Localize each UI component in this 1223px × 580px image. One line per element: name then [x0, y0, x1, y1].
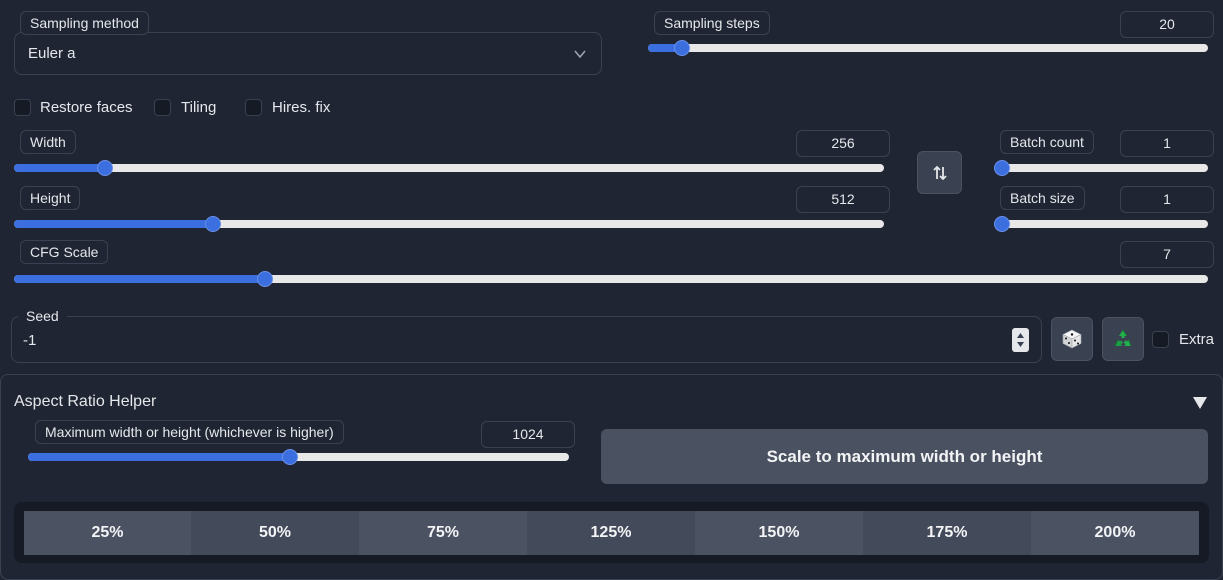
hires-fix-label: Hires. fix — [272, 99, 331, 116]
width-label: Width — [20, 130, 76, 154]
percent-175-button[interactable]: 175% — [863, 511, 1031, 555]
sampling-steps-label: Sampling steps — [654, 11, 770, 35]
collapse-triangle-icon[interactable] — [1192, 396, 1208, 410]
batch-size-input[interactable]: 1 — [1120, 186, 1214, 213]
slider-fill — [14, 220, 214, 228]
max-dimension-slider[interactable] — [28, 449, 569, 465]
batch-size-label: Batch size — [1000, 186, 1085, 210]
stepper-arrows-icon — [1017, 333, 1024, 347]
aspect-ratio-title: Aspect Ratio Helper — [14, 393, 157, 410]
percent-150-button[interactable]: 150% — [695, 511, 863, 555]
sampling-method-value: Euler a — [28, 45, 76, 62]
tiling-checkbox[interactable] — [154, 99, 171, 116]
cfg-scale-label: CFG Scale — [20, 240, 109, 264]
height-input[interactable]: 512 — [796, 186, 890, 213]
slider-thumb[interactable] — [97, 160, 114, 176]
sampling-steps-input[interactable]: 20 — [1120, 11, 1214, 38]
slider-thumb[interactable] — [994, 160, 1010, 176]
batch-count-label: Batch count — [1000, 130, 1094, 154]
batch-count-input[interactable]: 1 — [1120, 130, 1214, 157]
dice-icon — [1062, 329, 1082, 349]
seed-value: -1 — [23, 332, 37, 349]
reuse-seed-button[interactable] — [1102, 317, 1144, 361]
swap-dimensions-button[interactable] — [917, 151, 962, 194]
extra-label: Extra — [1179, 331, 1215, 348]
batch-count-slider[interactable] — [994, 160, 1208, 176]
cfg-scale-input[interactable]: 7 — [1120, 241, 1214, 268]
slider-fill — [14, 275, 265, 283]
cfg-scale-slider[interactable] — [14, 271, 1208, 287]
slider-thumb[interactable] — [205, 216, 222, 232]
hires-fix-checkbox[interactable] — [245, 99, 262, 116]
scale-to-max-button-label: Scale to maximum width or height — [766, 446, 1043, 466]
swap-arrows-icon — [932, 165, 947, 180]
width-input[interactable]: 256 — [796, 130, 890, 157]
slider-thumb[interactable] — [256, 271, 273, 287]
extra-checkbox[interactable] — [1152, 331, 1169, 348]
sampling-method-label: Sampling method — [20, 11, 149, 35]
scale-to-max-button[interactable]: Scale to maximum width or height — [601, 429, 1208, 484]
width-slider[interactable] — [14, 160, 884, 176]
chevron-down-icon — [574, 50, 586, 59]
random-seed-button[interactable] — [1051, 317, 1093, 361]
restore-faces-label: Restore faces — [40, 99, 133, 116]
percent-25-button[interactable]: 25% — [24, 511, 191, 555]
recycle-icon — [1114, 329, 1132, 347]
seed-stepper[interactable] — [1012, 328, 1029, 352]
height-slider[interactable] — [14, 216, 884, 232]
restore-faces-checkbox[interactable] — [14, 99, 31, 116]
percent-125-button[interactable]: 125% — [527, 511, 695, 555]
slider-thumb[interactable] — [994, 216, 1010, 232]
sampling-method-dropdown[interactable]: Euler a — [14, 32, 602, 75]
percent-50-button[interactable]: 50% — [191, 511, 359, 555]
slider-fill — [14, 164, 106, 172]
seed-label: Seed — [18, 307, 67, 325]
percent-75-button[interactable]: 75% — [359, 511, 527, 555]
percent-200-button[interactable]: 200% — [1031, 511, 1199, 555]
max-dimension-input[interactable]: 1024 — [481, 421, 575, 448]
seed-field[interactable]: -1 — [11, 316, 1042, 363]
slider-thumb[interactable] — [673, 40, 690, 56]
tiling-label: Tiling — [181, 99, 217, 116]
slider-fill — [28, 453, 291, 461]
max-dimension-label: Maximum width or height (whichever is hi… — [35, 420, 344, 444]
batch-size-slider[interactable] — [994, 216, 1208, 232]
sampling-steps-slider[interactable] — [648, 40, 1208, 56]
height-label: Height — [20, 186, 81, 210]
